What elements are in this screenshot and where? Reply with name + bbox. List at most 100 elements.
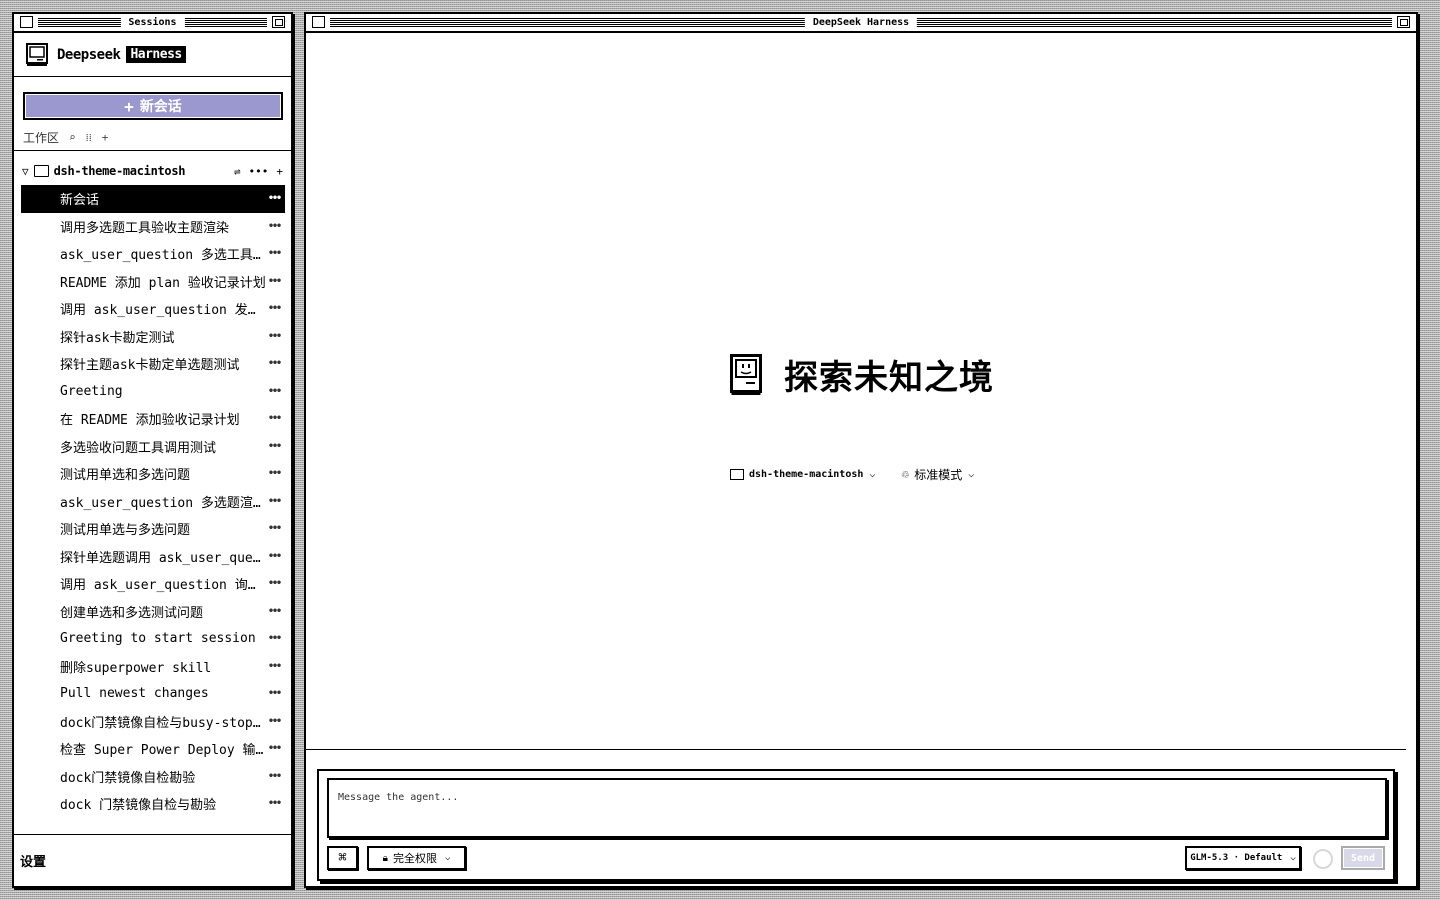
session-item[interactable]: 测试用单选与多选问题 ••• <box>21 515 285 543</box>
happy-mac-icon <box>730 353 762 395</box>
session-label: 新会话 <box>60 193 100 209</box>
folder-name: dsh-theme-macintosh <box>53 164 186 178</box>
session-item[interactable]: dock 门禁镜像自检与勘验 ••• <box>21 790 285 818</box>
more-icon[interactable]: ••• <box>249 165 269 178</box>
more-icon[interactable]: ••• <box>267 248 282 259</box>
session-label: 探针主题ask卡勘定单选题测试 <box>60 358 240 374</box>
send-button[interactable]: Send <box>1341 846 1385 870</box>
more-icon[interactable]: ••• <box>267 523 282 534</box>
composer: Message the agent... ⌘ 🔒︎ 完全权限 ⌵ GLM-5.3… <box>317 769 1395 881</box>
workspace-bar: 工作区 ⌕ ⁞⁞ + <box>14 125 291 151</box>
message-input[interactable]: Message the agent... <box>327 778 1387 838</box>
more-icon[interactable]: ••• <box>267 413 282 424</box>
more-icon[interactable]: ••• <box>267 661 282 672</box>
new-session-button[interactable]: + 新会话 <box>23 92 283 120</box>
message-placeholder: Message the agent... <box>338 792 459 803</box>
more-icon[interactable]: ••• <box>267 551 282 562</box>
command-icon: ⌘ <box>338 850 347 866</box>
session-label: dock门禁镜像自检与busy-stop链路… <box>60 715 267 731</box>
session-item[interactable]: README 添加 plan 验收记录计划 ••• <box>21 268 285 296</box>
session-item[interactable]: 调用 ask_user_question 询问测量…••• <box>21 570 285 598</box>
more-icon[interactable]: ••• <box>267 441 282 452</box>
mode-select[interactable]: ♲ 标准模式 ⌵ <box>901 466 974 483</box>
divider <box>306 749 1406 750</box>
workspace-label: 工作区 <box>23 131 60 145</box>
session-item[interactable]: 测试用单选和多选问题 ••• <box>21 460 285 488</box>
session-label: Pull newest changes <box>60 686 209 702</box>
more-icon[interactable]: ••• <box>267 331 282 342</box>
more-icon[interactable]: ••• <box>267 688 282 699</box>
session-item[interactable]: Greeting ••• <box>21 378 285 406</box>
session-item[interactable]: Greeting to start session ••• <box>21 625 285 653</box>
session-item[interactable]: dock门禁镜像自检勘验 ••• <box>21 763 285 791</box>
more-icon[interactable]: ••• <box>267 221 282 232</box>
more-icon[interactable]: ••• <box>267 633 282 644</box>
close-box-icon[interactable] <box>312 16 325 28</box>
session-label: dock 门禁镜像自检与勘验 <box>60 798 217 814</box>
filter-icon[interactable]: ⁞⁞ <box>86 131 92 144</box>
session-label: 创建单选和多选测试问题 <box>60 605 204 621</box>
search-icon[interactable]: ⌕ <box>69 131 76 144</box>
session-item[interactable]: 多选验收问题工具调用测试 ••• <box>21 433 285 461</box>
session-item[interactable]: dock门禁镜像自检与busy-stop链路… ••• <box>21 708 285 736</box>
session-item[interactable]: ask_user_question 多选题渲染验收••• <box>21 488 285 516</box>
plus-icon: + <box>124 96 134 116</box>
folder-select[interactable]: dsh-theme-macintosh ⌵ <box>730 469 875 480</box>
lock-icon: 🔒︎ <box>382 852 388 864</box>
session-item[interactable]: Pull newest changes ••• <box>21 680 285 708</box>
session-item[interactable]: 探针主题ask卡勘定单选题测试 ••• <box>21 350 285 378</box>
more-icon[interactable]: ••• <box>267 276 282 287</box>
add-session-icon[interactable]: + <box>276 165 283 178</box>
chevron-down-icon[interactable]: ▽ <box>22 165 29 178</box>
session-item[interactable]: ask_user_question 多选工具测试 ••• <box>21 240 285 268</box>
more-icon[interactable]: ••• <box>267 303 282 314</box>
folder-row[interactable]: ▽ dsh-theme-macintosh ⇌ ••• + <box>14 157 291 185</box>
session-item[interactable]: 检查 Super Power Deploy 输入框… ••• <box>21 735 285 763</box>
new-session-label: 新会话 <box>139 99 182 115</box>
model-label: GLM-5.3 · Default <box>1190 853 1283 863</box>
session-item[interactable]: 探针单选题调用 ask_user_question••• <box>21 543 285 571</box>
session-item[interactable]: 新会话 ••• <box>21 185 285 213</box>
session-label: dock门禁镜像自检与... <box>60 822 267 825</box>
session-label: 测试用单选与多选问题 <box>60 523 191 539</box>
session-item[interactable]: 调用 ask_user_question 发多选题 ••• <box>21 295 285 323</box>
sort-icon[interactable]: ⇌ <box>234 165 241 178</box>
session-item[interactable]: 调用多选题工具验收主题渲染 ••• <box>21 213 285 241</box>
zoom-box-icon[interactable] <box>1397 16 1410 28</box>
session-item[interactable]: 删除superpower skill ••• <box>21 653 285 681</box>
more-icon[interactable]: ••• <box>267 798 282 809</box>
add-workspace-icon[interactable]: + <box>102 131 109 144</box>
more-icon[interactable]: ••• <box>267 578 282 589</box>
session-item[interactable]: 创建单选和多选测试问题 ••• <box>21 598 285 626</box>
session-label: 测试用单选和多选问题 <box>60 468 191 484</box>
session-list: 新会话 ••• 调用多选题工具验收主题渲染 ••• ask_user_question … <box>21 185 285 825</box>
sessions-titlebar[interactable]: Sessions <box>14 14 291 33</box>
more-icon[interactable]: ••• <box>267 468 282 479</box>
session-label: Greeting to start session <box>60 631 256 647</box>
close-box-icon[interactable] <box>20 16 33 28</box>
session-item[interactable]: 探针ask卡勘定测试 ••• <box>21 323 285 351</box>
more-icon[interactable]: ••• <box>267 386 282 397</box>
more-icon[interactable]: ••• <box>267 193 282 204</box>
session-label: 调用 ask_user_question 询问测量… <box>60 578 267 594</box>
more-icon[interactable]: ••• <box>267 606 282 617</box>
command-button[interactable]: ⌘ <box>327 846 358 870</box>
hero: 探索未知之境 <box>730 350 994 399</box>
session-label: 在 README 添加验收记录计划 <box>60 413 240 429</box>
session-label: 调用多选题工具验收主题渲染 <box>60 220 230 236</box>
session-item[interactable]: dock门禁镜像自检与...••• <box>21 818 285 826</box>
settings-footer[interactable]: 设置 <box>14 834 291 886</box>
permission-select[interactable]: 🔒︎ 完全权限 ⌵ <box>367 846 466 870</box>
model-select[interactable]: GLM-5.3 · Default ⌵ <box>1185 846 1301 870</box>
zoom-box-icon[interactable] <box>272 16 285 28</box>
more-icon[interactable]: ••• <box>267 496 282 507</box>
chevron-down-icon: ⌵ <box>869 469 876 480</box>
more-icon[interactable]: ••• <box>267 716 282 727</box>
settings-label[interactable]: 设置 <box>20 851 46 870</box>
more-icon[interactable]: ••• <box>267 771 282 782</box>
more-icon[interactable]: ••• <box>267 358 282 369</box>
window-title: DeepSeek Harness <box>804 15 918 30</box>
session-item[interactable]: 在 README 添加验收记录计划 ••• <box>21 405 285 433</box>
more-icon[interactable]: ••• <box>267 743 282 754</box>
main-titlebar[interactable]: DeepSeek Harness <box>306 14 1416 33</box>
